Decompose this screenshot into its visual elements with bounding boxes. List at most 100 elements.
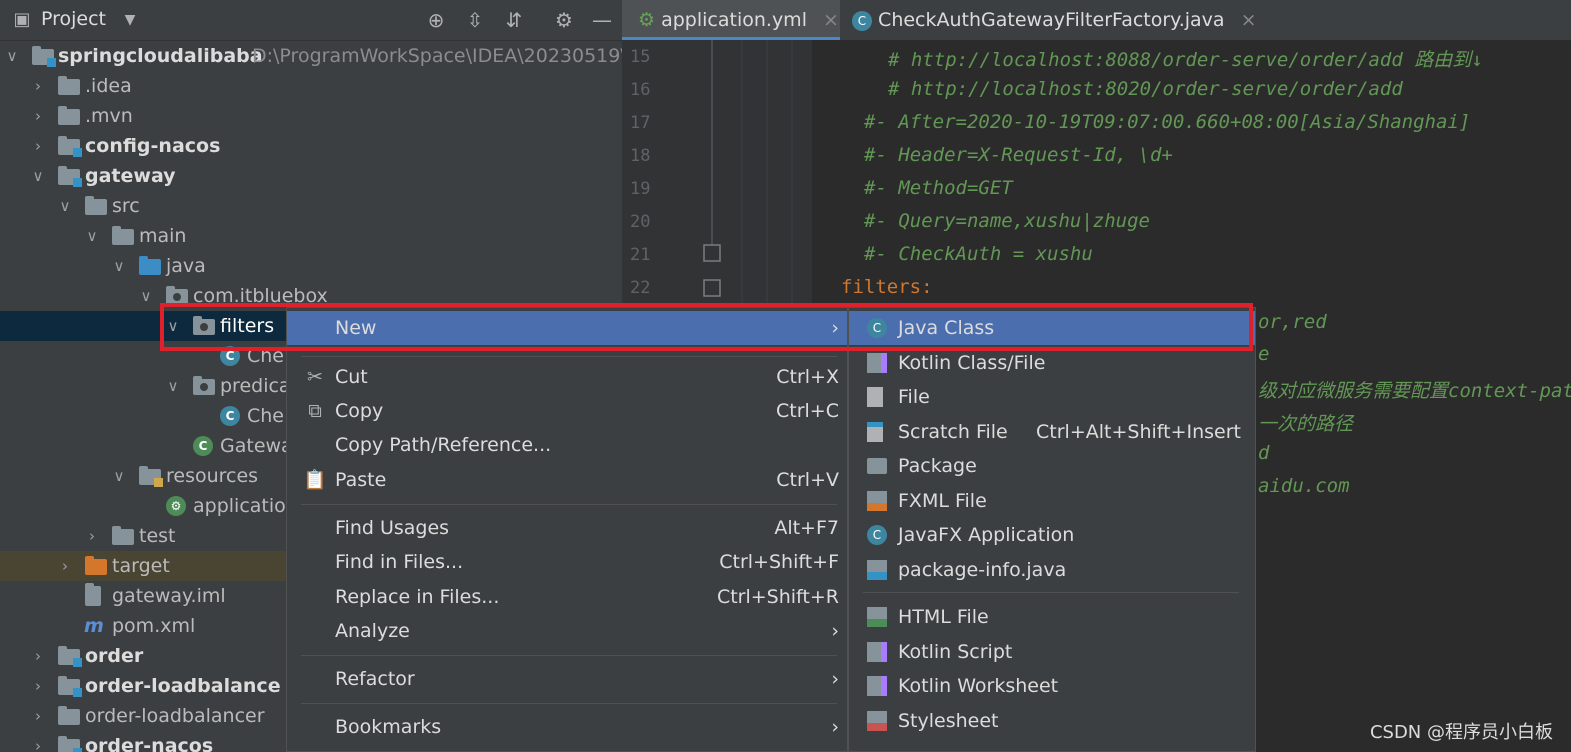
- locate-icon[interactable]: ⊕: [424, 8, 448, 32]
- collapse-all-icon[interactable]: ⇵: [502, 8, 526, 32]
- submenu-item-html-file[interactable]: HTML File: [849, 600, 1255, 634]
- tab-application-yml[interactable]: ⚙ application.yml ×: [622, 0, 840, 40]
- line-number: 22: [630, 278, 651, 298]
- chevron-right-icon: ›: [831, 668, 839, 690]
- menu-item-refactor[interactable]: Refactor ›: [287, 662, 847, 696]
- menu-shortcut: Ctrl+Alt+Shift+Insert: [1036, 421, 1241, 443]
- menu-item-label: Copy Path/Reference...: [335, 434, 552, 456]
- expand-all-icon[interactable]: ⇳: [463, 8, 487, 32]
- chevron-right-icon[interactable]: ›: [30, 131, 46, 161]
- menu-item-paste[interactable]: 📋 Paste Ctrl+V: [287, 463, 847, 497]
- submenu-item-stylesheet[interactable]: Stylesheet: [849, 704, 1255, 738]
- chevron-down-icon[interactable]: ∨: [165, 371, 181, 401]
- tab-checkauth-java[interactable]: C CheckAuthGatewayFilterFactory.java ×: [852, 0, 1257, 40]
- package-icon: [867, 458, 887, 474]
- file-icon: [867, 387, 883, 407]
- menu-item-find-usages[interactable]: Find Usages Alt+F7: [287, 511, 847, 545]
- code-line-partial[interactable]: e: [1258, 343, 1269, 365]
- gear-icon[interactable]: ⚙: [552, 8, 576, 32]
- chevron-right-icon[interactable]: ›: [30, 641, 46, 671]
- code-line[interactable]: # http://localhost:8020/order-serve/orde…: [888, 78, 1403, 100]
- submenu-item-package[interactable]: Package: [849, 449, 1255, 483]
- close-icon[interactable]: ×: [1241, 9, 1257, 31]
- code-line[interactable]: #- After=2020-10-19T09:07:00.660+08:00[A…: [864, 111, 1470, 133]
- tree-item[interactable]: ∨ src: [0, 191, 622, 221]
- chevron-down-icon[interactable]: ∨: [111, 251, 127, 281]
- submenu-item-javafx-application[interactable]: C JavaFX Application: [849, 518, 1255, 552]
- submenu-item-fxml-file[interactable]: FXML File: [849, 484, 1255, 518]
- chevron-down-icon[interactable]: ▼: [118, 8, 142, 32]
- chevron-down-icon[interactable]: ∨: [57, 191, 73, 221]
- fxml-file-icon: [867, 491, 887, 511]
- menu-item-bookmarks[interactable]: Bookmarks ›: [287, 710, 847, 744]
- submenu-item-file[interactable]: File: [849, 380, 1255, 414]
- chevron-down-icon[interactable]: ∨: [4, 41, 20, 71]
- folder-icon: [112, 526, 134, 545]
- chevron-down-icon[interactable]: ∨: [138, 281, 154, 311]
- tree-item[interactable]: ∨ springcloudalibaba D:\ProgramWorkSpace…: [0, 41, 622, 71]
- tree-item[interactable]: › .idea: [0, 71, 622, 101]
- source-folder-icon: [139, 256, 161, 275]
- project-window-icon: ▣: [13, 9, 31, 30]
- minimize-icon[interactable]: —: [590, 8, 614, 32]
- menu-shortcut: Ctrl+V: [776, 469, 839, 491]
- code-line-partial[interactable]: 一次的路径: [1258, 409, 1353, 436]
- code-line-partial[interactable]: d: [1258, 442, 1269, 464]
- tree-item[interactable]: ∨ gateway: [0, 161, 622, 191]
- chevron-down-icon[interactable]: ∨: [30, 161, 46, 191]
- module-folder-icon: [58, 646, 82, 667]
- menu-separator: [301, 703, 837, 704]
- code-line-partial[interactable]: aidu.com: [1258, 475, 1350, 497]
- menu-item-replace-in-files[interactable]: Replace in Files... Ctrl+Shift+R: [287, 580, 847, 614]
- project-panel-header: ▣ Project ▼ ⊕ ⇳ ⇵ ⚙ —: [0, 0, 622, 41]
- tree-item[interactable]: › config-nacos: [0, 131, 622, 161]
- folder-icon: [58, 706, 80, 725]
- menu-item-copy[interactable]: ⧉ Copy Ctrl+C: [287, 394, 847, 428]
- line-number: 17: [630, 113, 651, 133]
- tree-item[interactable]: › .mvn: [0, 101, 622, 131]
- menu-item-label: Analyze: [335, 620, 410, 642]
- submenu-item-kotlin-worksheet[interactable]: Kotlin Worksheet: [849, 669, 1255, 703]
- chevron-down-icon[interactable]: ∨: [111, 461, 127, 491]
- code-line-partial[interactable]: 级对应微服务需要配置context-pat: [1258, 376, 1571, 403]
- chevron-right-icon[interactable]: ›: [30, 71, 46, 101]
- editor-tabs: ⚙ application.yml × C CheckAuthGatewayFi…: [622, 0, 1571, 40]
- tree-item[interactable]: ∨ java: [0, 251, 622, 281]
- java-class-icon: C: [220, 406, 240, 426]
- submenu-item-scratch-file[interactable]: Scratch File Ctrl+Alt+Shift+Insert: [849, 415, 1255, 449]
- chevron-right-icon[interactable]: ›: [30, 671, 46, 701]
- close-icon[interactable]: ×: [823, 9, 839, 31]
- menu-item-cut[interactable]: ✂ Cut Ctrl+X: [287, 360, 847, 394]
- chevron-right-icon[interactable]: ›: [30, 101, 46, 131]
- submenu-item-label: Scratch File: [898, 421, 1008, 443]
- code-line[interactable]: #- Query=name,xushu|zhuge: [864, 210, 1150, 232]
- code-line-partial[interactable]: or,red: [1258, 311, 1327, 333]
- menu-separator: [301, 655, 837, 656]
- menu-item-analyze[interactable]: Analyze ›: [287, 614, 847, 648]
- chevron-right-icon[interactable]: ›: [57, 551, 73, 581]
- chevron-down-icon[interactable]: ∨: [84, 221, 100, 251]
- menu-item-copy-path[interactable]: Copy Path/Reference...: [287, 428, 847, 462]
- submenu-item-kotlin-script[interactable]: Kotlin Script: [849, 635, 1255, 669]
- chevron-right-icon[interactable]: ›: [84, 521, 100, 551]
- excluded-folder-icon: [85, 556, 107, 575]
- submenu-item-label: Kotlin Worksheet: [898, 675, 1059, 697]
- project-title[interactable]: Project: [41, 8, 106, 30]
- code-line[interactable]: # http://localhost:8088/order-serve/orde…: [888, 45, 1483, 72]
- submenu-item-package-info[interactable]: package-info.java: [849, 553, 1255, 587]
- code-line[interactable]: #- Method=GET: [864, 177, 1013, 199]
- chevron-right-icon[interactable]: ›: [30, 701, 46, 731]
- menu-separator: [863, 592, 1239, 593]
- chevron-right-icon[interactable]: ›: [30, 731, 46, 752]
- menu-item-find-in-files[interactable]: Find in Files... Ctrl+Shift+F: [287, 545, 847, 579]
- tree-item-label: test: [139, 525, 176, 547]
- submenu-item-label: HTML File: [898, 606, 989, 628]
- html-file-icon: [867, 607, 887, 627]
- tree-item[interactable]: ∨ main: [0, 221, 622, 251]
- submenu-item-kotlin-class[interactable]: Kotlin Class/File: [849, 346, 1255, 380]
- submenu-item-label: FXML File: [898, 490, 987, 512]
- folder-icon: [112, 226, 134, 245]
- code-line[interactable]: #- Header=X-Request-Id, \d+: [864, 144, 1173, 166]
- code-line[interactable]: filters:: [841, 276, 933, 298]
- code-line[interactable]: #- CheckAuth = xushu: [864, 243, 1093, 265]
